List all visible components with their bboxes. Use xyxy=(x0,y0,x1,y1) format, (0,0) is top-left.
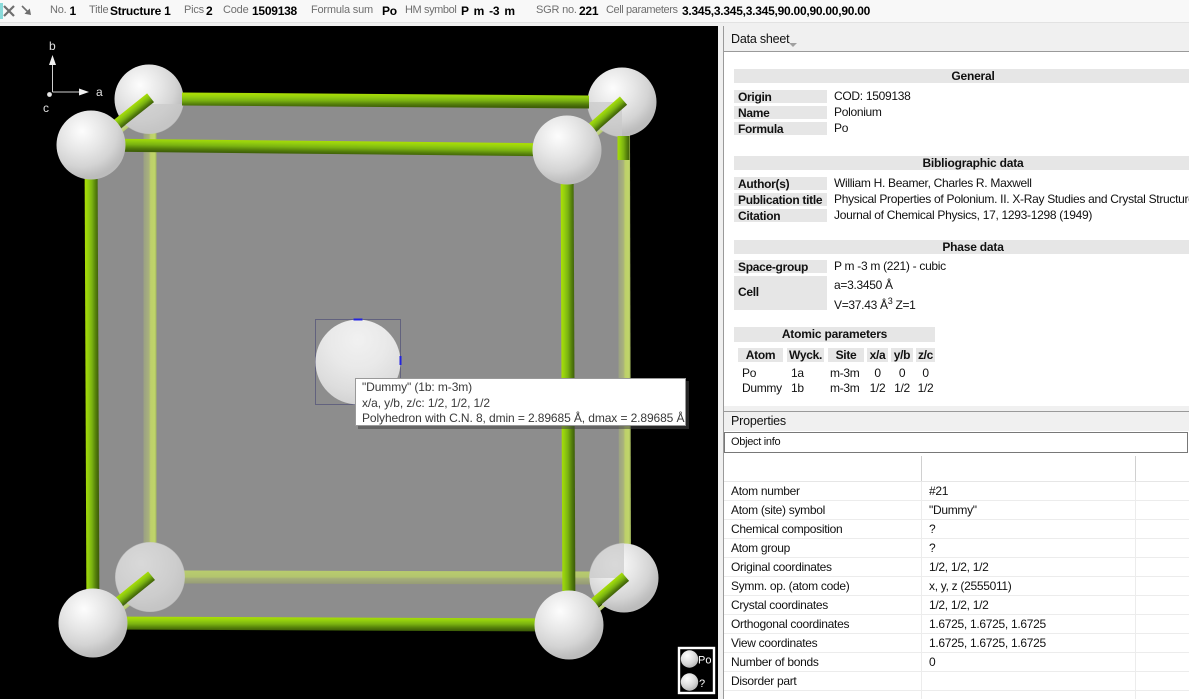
svg-text:Po: Po xyxy=(698,655,711,667)
svg-text:b: b xyxy=(49,39,56,53)
svg-text:?: ? xyxy=(699,678,705,690)
svg-text:c: c xyxy=(43,101,49,115)
svg-text:a: a xyxy=(96,85,103,99)
